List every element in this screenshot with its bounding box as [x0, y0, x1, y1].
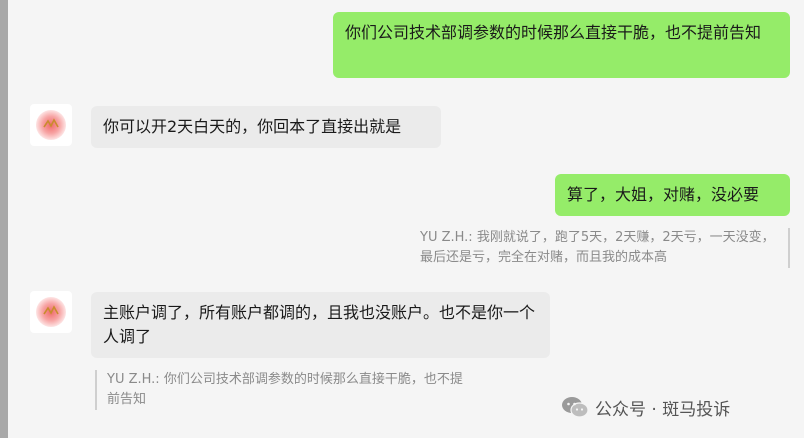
message-bubble-sent[interactable]: 你们公司技术部调参数的时候那么直接干脆，也不提前告知 — [333, 12, 790, 78]
message-bubble-sent[interactable]: 算了，大姐，对赌，没必要 — [555, 174, 790, 216]
quoted-message[interactable]: YU Z.H.: 我刚就说了，跑了5天，2天赚，2天亏，一天没变，最后还是亏，完… — [420, 228, 790, 268]
message-bubble-received[interactable]: 你可以开2天白天的，你回本了直接出就是 — [91, 106, 441, 148]
wechat-icon — [562, 397, 589, 418]
quoted-message[interactable]: YU Z.H.: 你们公司技术部调参数的时候那么直接干脆，也不提前告知 — [95, 370, 470, 410]
message-bubble-received[interactable]: 主账户调了，所有账户都调的，且我也没账户。也不是你一个人调了 — [91, 292, 550, 358]
avatar-logo-icon — [43, 305, 59, 315]
avatar[interactable] — [30, 104, 72, 146]
scrollbar-track[interactable] — [0, 0, 8, 438]
avatar-logo-icon — [43, 118, 59, 128]
watermark-text: 公众号 · 斑马投诉 — [595, 399, 731, 420]
avatar[interactable] — [30, 291, 72, 333]
watermark: 公众号 · 斑马投诉 — [561, 392, 730, 422]
